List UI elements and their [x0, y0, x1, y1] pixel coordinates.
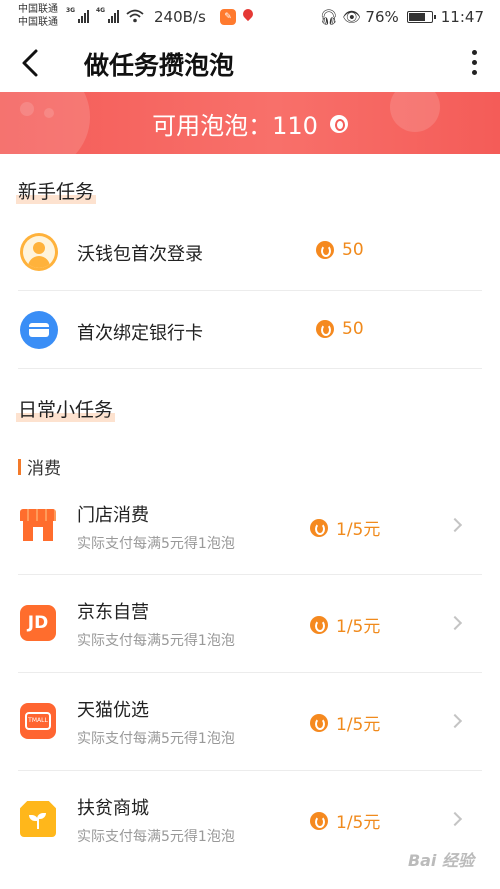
status-bar: 中国联通 中国联通 3G 4G 240B/s ✎ 🎧︎ 👁︎ 76% 11:47 [0, 0, 500, 34]
carrier-1: 中国联通 [18, 4, 58, 15]
page-title: 做任务攒泡泡 [84, 51, 235, 80]
top-nav-bar: 做任务攒泡泡 [0, 34, 500, 92]
jd-icon: JD [20, 605, 56, 641]
status-bar-right: 🎧︎ 👁︎ 76% 11:47 [319, 8, 484, 26]
task-reward-value: 1/5元 [336, 715, 381, 735]
task-label: 门店消费 [77, 505, 149, 526]
task-reward: 1/5元 [310, 808, 380, 833]
app-notification-icon: ✎ [220, 9, 236, 25]
location-pin-icon [240, 6, 256, 22]
back-button[interactable] [16, 46, 46, 80]
bubble-coin-icon [310, 518, 328, 537]
task-row-first-login[interactable]: 沃钱包首次登录 50 [0, 213, 500, 291]
more-menu-button[interactable] [464, 44, 484, 80]
bubble-balance-banner: 可用泡泡：110 [0, 92, 500, 154]
task-reward: 1/5元 [310, 515, 380, 540]
wifi-icon [126, 9, 144, 23]
task-description: 实际支付每满5元得1泡泡 [77, 731, 235, 747]
bubble-coin-icon [310, 713, 328, 732]
task-reward-value: 50 [342, 319, 364, 339]
tmall-icon: TMALL [20, 703, 56, 739]
store-icon [20, 507, 56, 543]
bubble-balance-text: 可用泡泡：110 [152, 112, 318, 140]
task-row-bind-card[interactable]: 首次绑定银行卡 50 [0, 291, 500, 369]
bubble-coin-icon [310, 811, 328, 830]
task-label: 京东自营 [77, 602, 149, 623]
more-dot-icon [471, 59, 477, 65]
task-reward-value: 1/5元 [336, 617, 381, 637]
network-type-1: 3G [66, 7, 76, 14]
battery-percent: 76% [365, 8, 399, 26]
consume-category-heading: 消费 [18, 454, 61, 479]
newbie-tasks-heading-text: 新手任务 [18, 181, 95, 203]
task-description: 实际支付每满5元得1泡泡 [77, 536, 235, 552]
task-reward-value: 50 [342, 240, 364, 260]
chevron-right-icon [447, 811, 463, 827]
divider [18, 368, 482, 369]
task-description: 实际支付每满5元得1泡泡 [77, 633, 235, 649]
newbie-tasks-heading: 新手任务 [16, 177, 97, 204]
chevron-right-icon [447, 713, 463, 729]
daily-tasks-heading-text: 日常小任务 [18, 399, 114, 421]
daily-tasks-heading: 日常小任务 [16, 395, 116, 422]
task-label: 首次绑定银行卡 [77, 323, 203, 344]
network-type-2: 4G [96, 7, 106, 14]
bubble-coin-icon [310, 615, 328, 634]
headset-icon: 🎧︎ [319, 8, 339, 26]
task-reward: 50 [316, 319, 364, 339]
poverty-mall-icon [20, 801, 56, 837]
clock: 11:47 [440, 8, 484, 26]
consume-category-label: 消费 [27, 459, 61, 479]
task-row-jd[interactable]: JD 京东自营 实际支付每满5元得1泡泡 1/5元 [0, 575, 500, 673]
network-speed: 240B/s [154, 8, 206, 26]
watermark: Bai 经验 [407, 851, 474, 870]
battery-icon [406, 11, 436, 23]
tmall-icon-text: TMALL [25, 712, 51, 730]
eye-icon: 👁︎ [342, 8, 362, 26]
bubble-coin-icon [316, 241, 334, 259]
back-arrow-icon [22, 49, 38, 77]
task-label: 扶贫商城 [77, 798, 149, 819]
signal-icon-2 [108, 9, 119, 23]
task-reward: 1/5元 [310, 612, 380, 637]
task-reward-value: 1/5元 [336, 520, 381, 540]
signal-icon [78, 9, 89, 23]
task-description: 实际支付每满5元得1泡泡 [77, 829, 235, 845]
bank-card-icon [20, 311, 58, 349]
task-row-store[interactable]: 门店消费 实际支付每满5元得1泡泡 1/5元 [0, 490, 500, 575]
chevron-right-icon [447, 517, 463, 533]
task-label: 天猫优选 [77, 700, 149, 721]
carrier-2: 中国联通 [18, 17, 58, 28]
task-reward-value: 1/5元 [336, 813, 381, 833]
bubble-balance: 可用泡泡：110 [0, 106, 500, 141]
bubble-coin-icon [316, 320, 334, 338]
carrier-labels: 中国联通 中国联通 [18, 3, 58, 29]
user-avatar-icon [20, 233, 58, 271]
task-row-tmall[interactable]: TMALL 天猫优选 实际支付每满5元得1泡泡 1/5元 [0, 673, 500, 771]
task-reward: 50 [316, 240, 364, 260]
task-label: 沃钱包首次登录 [77, 244, 203, 265]
chevron-right-icon [447, 615, 463, 631]
task-reward: 1/5元 [310, 710, 380, 735]
accent-bar [18, 458, 21, 475]
more-dot-icon [471, 49, 477, 55]
more-dot-icon [471, 69, 477, 75]
bubble-coin-icon [329, 114, 348, 133]
